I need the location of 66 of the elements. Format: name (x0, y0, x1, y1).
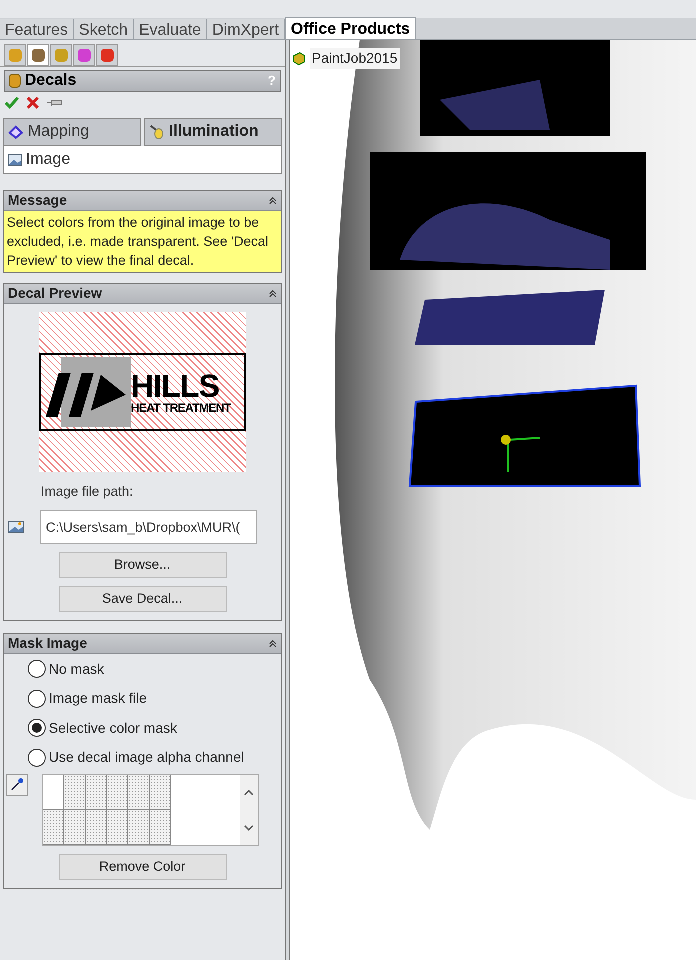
collapse-icon[interactable] (269, 196, 277, 204)
image-icon (8, 154, 22, 166)
section-title: Decal Preview (8, 284, 102, 303)
property-tab[interactable]: Illumination (144, 118, 282, 146)
field-label: Image file path: (41, 483, 134, 501)
manager-tab-icon (32, 48, 44, 62)
collapse-icon[interactable] (269, 290, 277, 298)
eyedropper-icon[interactable] (6, 774, 28, 796)
section-title: Message (8, 191, 68, 210)
command-tab[interactable]: DimXpert (207, 19, 286, 39)
color-swatch[interactable] (128, 775, 150, 810)
radio-label: Use decal image alpha channel (49, 748, 244, 767)
manager-tab[interactable] (73, 44, 95, 66)
image-icon (8, 521, 24, 534)
color-swatch[interactable] (43, 810, 64, 846)
radio-button[interactable] (28, 719, 46, 737)
message-text: Select colors from the original image to be excluded, i.e. made transparent. See 'Decal Preview' to view the final decal. (4, 211, 281, 272)
command-tab[interactable]: Features (0, 19, 74, 39)
lamp-icon (149, 124, 165, 140)
manager-tab-icon (100, 48, 114, 62)
color-swatch[interactable] (64, 810, 86, 846)
model-viewport[interactable]: PaintJob2015 (290, 40, 696, 960)
logo-subtitle: HEAT TREATMENT (131, 402, 231, 414)
cancel-icon[interactable] (27, 97, 39, 109)
color-swatch[interactable] (86, 810, 107, 846)
radio-label: No mask (49, 660, 104, 678)
panel-title: Decals (25, 71, 77, 91)
command-tab[interactable]: Sketch (74, 19, 134, 39)
collapse-icon[interactable] (269, 640, 277, 648)
color-swatch[interactable] (86, 775, 107, 810)
manager-tab-icon (78, 48, 90, 62)
radio-label: Selective color mask (49, 718, 178, 738)
scroll-up-icon[interactable] (244, 790, 254, 796)
color-swatch[interactable] (107, 775, 128, 810)
command-tab[interactable]: Office Products (285, 17, 416, 39)
radio-button[interactable] (28, 660, 46, 678)
color-swatch[interactable] (150, 810, 171, 846)
ok-icon[interactable] (5, 97, 19, 109)
image-tab[interactable]: Image (26, 148, 70, 172)
color-swatch[interactable] (150, 775, 171, 810)
manager-tab[interactable] (96, 44, 118, 66)
manager-tab-icon (54, 48, 68, 62)
file-path-field[interactable]: C:\Users\sam_b\Dropbox\MUR\( (40, 510, 257, 544)
color-swatch[interactable] (107, 810, 128, 846)
panel-button[interactable]: Save Decal... (58, 586, 226, 612)
radio-button[interactable] (28, 748, 46, 766)
property-tab[interactable]: Mapping (3, 118, 141, 146)
section-title: Mask Image (8, 634, 88, 654)
pin-icon[interactable] (47, 98, 63, 108)
panel-button[interactable]: Browse... (58, 552, 226, 578)
logo-title: HILLS (131, 370, 220, 402)
command-tab[interactable]: Evaluate (134, 19, 208, 39)
mapping-icon (8, 125, 24, 139)
color-swatch[interactable] (43, 775, 64, 810)
color-swatch[interactable] (128, 810, 150, 846)
scroll-down-icon[interactable] (244, 824, 254, 831)
radio-label: Image mask file (49, 689, 148, 708)
color-swatch[interactable] (64, 775, 86, 810)
tree-item[interactable]: PaintJob2015 (310, 48, 400, 69)
radio-button[interactable] (28, 690, 46, 708)
remove-color-button[interactable]: Remove Color (58, 854, 226, 880)
manager-tab-icon (8, 48, 22, 62)
decal-icon (9, 74, 21, 88)
color-swatch-list[interactable] (42, 774, 259, 846)
manager-tab[interactable] (27, 44, 49, 66)
part-icon (292, 52, 306, 66)
